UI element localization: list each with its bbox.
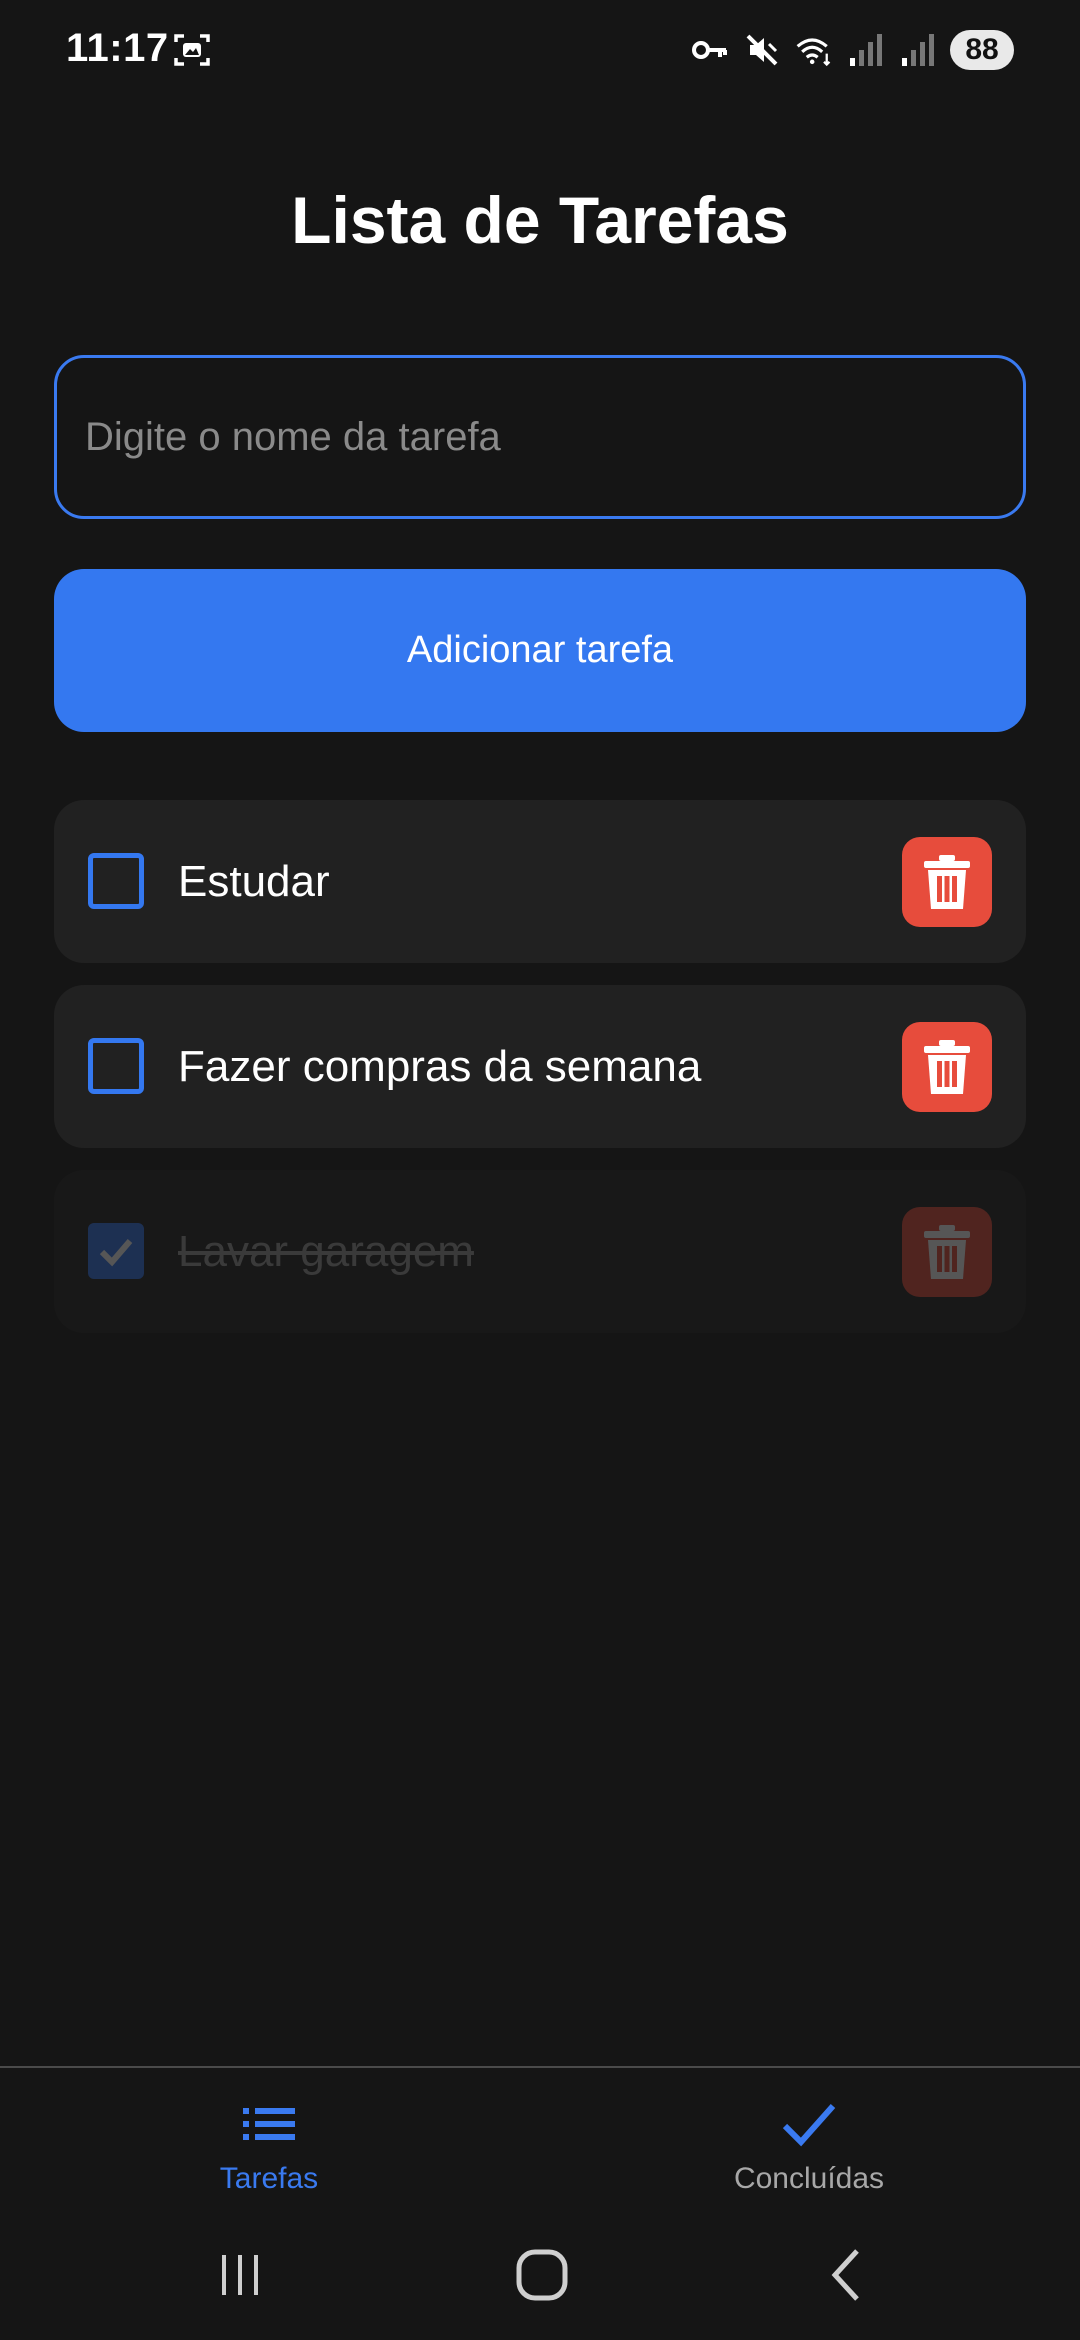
check-icon bbox=[659, 2098, 959, 2150]
page-title: Lista de Tarefas bbox=[291, 183, 789, 257]
task-item: Estudar bbox=[54, 800, 1026, 963]
home-button[interactable] bbox=[502, 2240, 582, 2310]
signal-icon bbox=[898, 30, 938, 70]
status-icons: 88 bbox=[690, 28, 1014, 72]
task-label: Lavar garagem bbox=[178, 1226, 474, 1276]
nav-tab-tarefas[interactable]: Tarefas bbox=[119, 2098, 419, 2196]
delete-task-button[interactable] bbox=[902, 1207, 992, 1297]
trash-icon bbox=[924, 1225, 970, 1279]
back-icon bbox=[831, 2249, 859, 2301]
list-icon bbox=[119, 2098, 419, 2150]
recent-apps-icon bbox=[222, 2255, 258, 2295]
task-checkbox[interactable] bbox=[88, 853, 144, 909]
recent-apps-button[interactable] bbox=[200, 2240, 280, 2310]
status-time: 11:17 bbox=[66, 26, 169, 70]
add-task-button-label: Adicionar tarefa bbox=[406, 629, 674, 671]
wifi-icon bbox=[794, 30, 834, 70]
add-task-button[interactable]: Adicionar tarefa bbox=[54, 569, 1026, 732]
screen: 11:17 88 Lista de Tarefas Digite o nome … bbox=[0, 0, 1080, 2340]
home-icon bbox=[516, 2249, 568, 2301]
nav-tab-label: Concluídas bbox=[733, 2162, 885, 2195]
nav-tab-label: Tarefas bbox=[219, 2162, 319, 2195]
checkmark-icon bbox=[99, 1239, 133, 1267]
task-checkbox-checked[interactable] bbox=[88, 1223, 144, 1279]
trash-icon bbox=[924, 855, 970, 909]
task-checkbox[interactable] bbox=[88, 1038, 144, 1094]
battery-indicator: 88 bbox=[950, 30, 1014, 70]
task-label: Fazer compras da semana bbox=[178, 1041, 702, 1091]
nav-tab-concluidas[interactable]: Concluídas bbox=[659, 2098, 959, 2196]
signal-icon bbox=[846, 30, 886, 70]
trash-icon bbox=[924, 1040, 970, 1094]
screenshot-icon bbox=[172, 30, 212, 70]
delete-task-button[interactable] bbox=[902, 837, 992, 927]
status-bar: 11:17 88 bbox=[0, 0, 1080, 100]
mute-icon bbox=[742, 30, 782, 70]
task-label: Estudar bbox=[178, 856, 330, 906]
delete-task-button[interactable] bbox=[902, 1022, 992, 1112]
task-name-input[interactable] bbox=[54, 355, 1026, 519]
task-item: Fazer compras da semana bbox=[54, 985, 1026, 1148]
back-button[interactable] bbox=[806, 2240, 886, 2310]
task-item-completed: Lavar garagem bbox=[54, 1170, 1026, 1333]
bottom-navigation: Tarefas Concluídas bbox=[0, 2066, 1080, 2206]
vpn-key-icon bbox=[690, 30, 730, 70]
system-navigation-bar bbox=[0, 2220, 1080, 2330]
